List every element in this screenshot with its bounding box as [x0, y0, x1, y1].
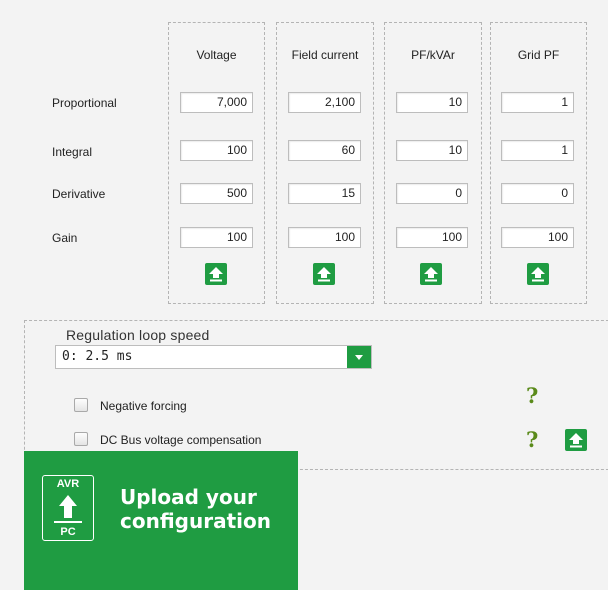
column-header-field-current: Field current — [291, 48, 359, 62]
upload-arrow-icon — [531, 267, 545, 282]
field-current-upload-button[interactable] — [313, 263, 335, 285]
upload-arrow-icon — [59, 495, 77, 518]
field-current-column — [276, 22, 374, 304]
pc-icon-label: PC — [60, 526, 76, 538]
upload-arrow-icon — [317, 267, 331, 282]
help-question-icon[interactable]: ? — [526, 383, 538, 408]
grid-pf-proportional-input[interactable]: 1 — [501, 92, 574, 113]
field-current-derivative-input[interactable]: 15 — [288, 183, 361, 204]
field-current-proportional-input[interactable]: 2,100 — [288, 92, 361, 113]
grid-pf-gain-input[interactable]: 100 — [501, 227, 574, 248]
regulation-loop-speed-label: Regulation loop speed — [66, 327, 210, 343]
regulation-loop-speed-value: 0: 2.5 ms — [62, 349, 133, 364]
upload-line-2: configuration — [120, 509, 271, 533]
pf-kvar-gain-input[interactable]: 100 — [396, 227, 468, 248]
field-current-gain-input[interactable]: 100 — [288, 227, 361, 248]
dc-bus-upload-button[interactable] — [565, 429, 587, 451]
row-label-gain: Gain — [52, 231, 78, 245]
grid-pf-derivative-input[interactable]: 0 — [501, 183, 574, 204]
pf-kvar-column — [384, 22, 482, 304]
row-label-proportional: Proportional — [52, 96, 117, 110]
voltage-integral-input[interactable]: 100 — [180, 140, 253, 161]
voltage-upload-button[interactable] — [205, 263, 227, 285]
regulation-loop-speed-select[interactable]: 0: 2.5 ms — [55, 345, 372, 369]
help-question-icon[interactable]: ? — [526, 427, 538, 452]
upload-line-1: Upload your — [120, 485, 257, 509]
grid-pf-integral-input[interactable]: 1 — [501, 140, 574, 161]
grid-pf-upload-button[interactable] — [527, 263, 549, 285]
negative-forcing-label: Negative forcing — [100, 399, 187, 413]
upload-configuration-button[interactable]: AVR PC Upload your configuration — [24, 451, 298, 590]
dropdown-button[interactable] — [347, 346, 371, 368]
row-label-integral: Integral — [52, 145, 93, 159]
dc-bus-voltage-compensation-label: DC Bus voltage compensation — [100, 433, 262, 447]
field-current-integral-input[interactable]: 60 — [288, 140, 361, 161]
voltage-proportional-input[interactable]: 7,000 — [180, 92, 253, 113]
upload-configuration-text: Upload your configuration — [120, 485, 271, 533]
pf-kvar-integral-input[interactable]: 10 — [396, 140, 468, 161]
column-header-pf-kvar: PF/kVAr — [411, 48, 455, 62]
column-header-voltage: Voltage — [196, 48, 237, 62]
voltage-derivative-input[interactable]: 500 — [180, 183, 253, 204]
divider — [54, 521, 82, 523]
column-header-grid-pf: Grid PF — [517, 48, 560, 62]
upload-arrow-icon — [209, 267, 223, 282]
dc-bus-voltage-compensation-checkbox[interactable] — [74, 432, 88, 446]
voltage-gain-input[interactable]: 100 — [180, 227, 253, 248]
avr-icon-label: AVR — [56, 478, 80, 490]
negative-forcing-checkbox[interactable] — [74, 398, 88, 412]
pf-kvar-proportional-input[interactable]: 10 — [396, 92, 468, 113]
voltage-column — [168, 22, 265, 304]
grid-pf-column — [490, 22, 587, 304]
pf-kvar-upload-button[interactable] — [420, 263, 442, 285]
pf-kvar-derivative-input[interactable]: 0 — [396, 183, 468, 204]
row-label-derivative: Derivative — [52, 187, 106, 201]
upload-arrow-icon — [424, 267, 438, 282]
upload-arrow-icon — [569, 433, 583, 448]
chevron-down-icon — [355, 355, 363, 360]
avr-pc-upload-icon: AVR PC — [42, 475, 94, 541]
